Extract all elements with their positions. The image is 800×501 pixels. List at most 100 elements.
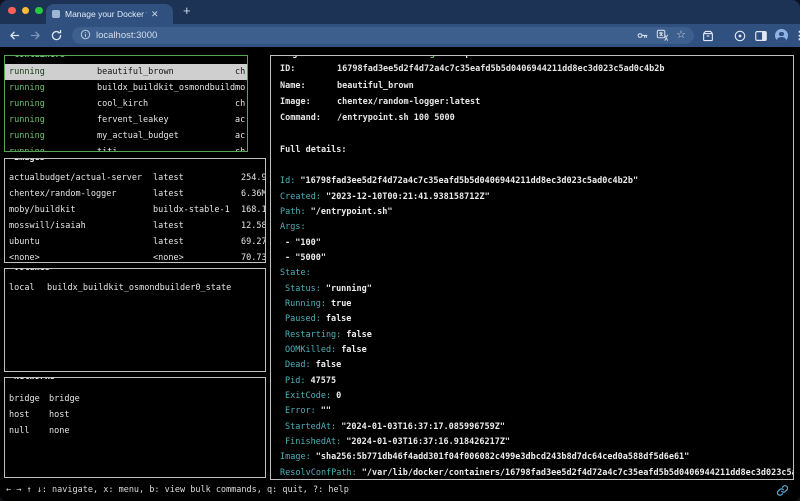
network-driver: bridge	[9, 394, 49, 404]
translate-icon[interactable]	[656, 29, 669, 42]
detail-line: Error: ""	[280, 404, 793, 419]
volumes-list: local buildx_buildkit_osmondbuilder0_sta…	[5, 269, 265, 296]
detail-value: - "100"	[285, 238, 321, 248]
detail-line: - "100"	[280, 235, 793, 250]
keybinding-status-bar: ← → ↑ ↓: navigate, x: menu, b: view bulk…	[6, 485, 349, 499]
container-row[interactable]: running cool_kirch ch	[5, 96, 247, 112]
site-info-icon[interactable]	[80, 27, 91, 45]
back-icon[interactable]	[6, 28, 22, 44]
detail-tab[interactable]: Env	[348, 55, 384, 59]
detail-tab[interactable]: Stats	[302, 55, 348, 59]
url-bar[interactable]: localhost:3000 ☆	[72, 27, 694, 44]
container-row[interactable]: running my_actual_budget ac	[5, 128, 247, 144]
image-row[interactable]: actualbudget/actual-server latest 254.96…	[5, 170, 265, 186]
detail-key: Path:	[280, 207, 306, 217]
network-row[interactable]: bridge bridge	[5, 391, 265, 407]
forward-icon[interactable]	[27, 28, 43, 44]
detail-line: State:	[280, 266, 793, 281]
reload-icon[interactable]	[48, 28, 64, 44]
network-row[interactable]: host host	[5, 407, 265, 423]
detail-value: false	[346, 330, 372, 340]
minimize-window-button[interactable]	[22, 7, 30, 15]
url-text[interactable]: localhost:3000	[96, 30, 629, 41]
detail-line: Args:	[280, 220, 793, 235]
networks-panel: Networks bridge bridge host host null	[4, 377, 266, 478]
image-size: 6.36MB	[241, 189, 265, 199]
container-row[interactable]: running titi ch	[5, 144, 247, 152]
detail-key: Restarting:	[285, 330, 341, 340]
image-name: moby/buildkit	[9, 205, 153, 215]
password-key-icon[interactable]	[636, 29, 649, 42]
image-row[interactable]: chentex/random-logger latest 6.36MB	[5, 186, 265, 202]
summary-row: Name: beautiful_brown	[280, 77, 793, 93]
docker-tui: Containers running beautiful_brown ch ru…	[0, 47, 800, 501]
image-row[interactable]: mosswill/isaiah latest 12.58MB	[5, 218, 265, 234]
link-icon[interactable]	[776, 484, 789, 500]
detail-key: State:	[280, 268, 311, 278]
detail-line: ResolvConfPath: "/var/lib/docker/contain…	[280, 465, 793, 480]
tab-close-icon[interactable]: ✕	[151, 10, 159, 19]
detail-line: Id: "16798fad3ee5d2f4d72a4c7c35eafd5b5d0…	[280, 174, 793, 189]
detail-line: Paused: false	[280, 312, 793, 327]
detail-line: Path: "/entrypoint.sh"	[280, 204, 793, 219]
bookmark-star-icon[interactable]: ☆	[676, 30, 686, 41]
containers-panel: Containers running beautiful_brown ch ru…	[4, 55, 248, 152]
save-box-icon[interactable]	[701, 29, 715, 43]
image-name: chentex/random-logger	[9, 189, 153, 199]
detail-value: "running"	[326, 284, 372, 294]
browser-menu-icon[interactable]: ⋮	[794, 29, 800, 42]
detail-line: Pid: 47575	[280, 373, 793, 388]
detail-line: StartedAt: "2024-01-03T16:37:17.08599675…	[280, 419, 793, 434]
container-row[interactable]: running buildx_buildkit_osmondbuilder0 m…	[5, 80, 247, 96]
network-row[interactable]: null none	[5, 423, 265, 439]
detail-line: Running: true	[280, 296, 793, 311]
summary-row: Image: chentex/random-logger:latest	[280, 94, 793, 110]
detail-line: Dead: false	[280, 358, 793, 373]
new-tab-button[interactable]: +	[183, 3, 191, 18]
detail-key: Error:	[285, 406, 316, 416]
detail-value: false	[341, 345, 367, 355]
summary-value: chentex/random-logger:latest	[337, 97, 480, 107]
container-row[interactable]: running fervent_leakey ac	[5, 112, 247, 128]
close-window-button[interactable]	[8, 7, 16, 15]
network-name: host	[49, 410, 69, 420]
container-status: running	[9, 147, 97, 152]
summary-label: ID:	[280, 64, 337, 74]
detail-tabs: Logs Stats Env Config Top	[279, 55, 474, 59]
image-row[interactable]: moby/buildkit buildx-stable-1 168.13MB	[5, 202, 265, 218]
container-row[interactable]: running beautiful_brown ch	[5, 64, 247, 80]
container-status: running	[9, 131, 97, 141]
image-size: 70.73MB	[241, 253, 265, 263]
browser-tab[interactable]: Manage your Docker fleet wi ✕	[46, 4, 173, 24]
images-panel: Images actualbudget/actual-server latest…	[4, 158, 266, 263]
detail-value: 0	[336, 391, 341, 401]
container-name: cool_kirch	[97, 99, 235, 109]
containers-list: running beautiful_brown ch running build…	[5, 56, 247, 152]
detail-tab[interactable]: Config	[384, 55, 435, 59]
side-panel-icon[interactable]	[754, 29, 768, 43]
image-row[interactable]: ubuntu latest 69.27MB	[5, 234, 265, 250]
detail-key: Status:	[285, 284, 321, 294]
container-status: running	[9, 99, 97, 109]
detail-value: "sha256:5b771db46f4add301f04f006082c499e…	[316, 452, 690, 462]
container-image: ac	[235, 115, 247, 125]
extension-icon[interactable]	[733, 29, 747, 43]
image-row[interactable]: <none> <none> 70.73MB	[5, 250, 265, 263]
detail-tab[interactable]: Logs	[282, 55, 302, 59]
volume-row[interactable]: local buildx_buildkit_osmondbuilder0_sta…	[5, 280, 265, 296]
profile-avatar[interactable]	[775, 29, 788, 42]
image-name: actualbudget/actual-server	[9, 173, 153, 183]
volume-driver: local	[9, 283, 47, 293]
detail-key: Args:	[280, 222, 306, 232]
container-image: ac	[235, 131, 247, 141]
detail-line: Created: "2023-12-10T00:21:41.938158712Z…	[280, 189, 793, 204]
zoom-window-button[interactable]	[35, 7, 43, 15]
detail-value: false	[316, 360, 342, 370]
volume-name: buildx_buildkit_osmondbuilder0_state	[47, 283, 231, 293]
detail-line: OOMKilled: false	[280, 342, 793, 357]
tab-favicon-icon	[52, 10, 60, 18]
volumes-panel: Volumes local buildx_buildkit_osmondbuil…	[4, 268, 266, 372]
tab-title: Manage your Docker fleet wi	[65, 9, 147, 19]
detail-tab[interactable]: Top	[435, 55, 471, 59]
detail-key: StartedAt:	[285, 422, 336, 432]
